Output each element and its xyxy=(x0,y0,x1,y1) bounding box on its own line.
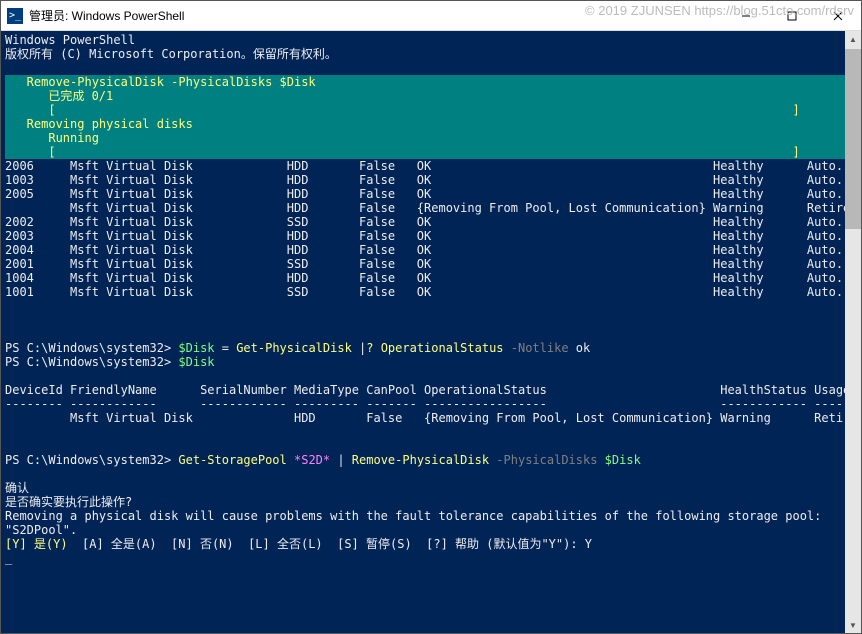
maximize-button[interactable] xyxy=(769,1,815,30)
result-header: DeviceId FriendlyName SerialNumber Media… xyxy=(5,383,850,397)
window-title: 管理员: Windows PowerShell xyxy=(29,7,723,24)
progress-running: Running xyxy=(5,131,99,145)
titlebar[interactable]: >_ 管理员: Windows PowerShell xyxy=(1,1,861,31)
window-controls xyxy=(723,1,861,30)
prompt-1: PS C:\Windows\system32> xyxy=(5,341,178,355)
disk-table: 2006 Msft Virtual Disk HDD False OK Heal… xyxy=(5,159,857,299)
cmd3-var: $Disk xyxy=(605,453,641,467)
confirm-title: 确认 xyxy=(5,481,29,495)
cmd1-arg: ok xyxy=(569,341,591,355)
cmd1-op: -Notlike xyxy=(511,341,569,355)
progress-bar-1: [ ] xyxy=(5,103,800,117)
cursor: _ xyxy=(5,551,12,565)
cmd3-arg1: *S2D* xyxy=(287,453,338,467)
progress-status: 已完成 0/1 xyxy=(5,89,113,103)
result-sep: -------- ------------ ------------ -----… xyxy=(5,397,850,411)
cmd1-var: $Disk xyxy=(178,341,214,355)
cmd3-cmdlet1: Get-StoragePool xyxy=(178,453,286,467)
cmd2-var: $Disk xyxy=(178,355,214,369)
confirm-options: [A] 全是(A) [N] 否(N) [L] 全否(L) [S] 暂停(S) [… xyxy=(68,537,592,551)
minimize-icon xyxy=(741,11,751,21)
ps-header-1: Windows PowerShell xyxy=(5,33,135,47)
scrollbar-thumb[interactable] xyxy=(845,49,861,229)
close-button[interactable] xyxy=(815,1,861,30)
scroll-down-icon[interactable]: ▼ xyxy=(845,617,861,633)
progress-cmd: Remove-PhysicalDisk -PhysicalDisks $Disk xyxy=(5,75,316,89)
cmd3-param: -PhysicalDisks xyxy=(496,453,604,467)
console-output[interactable]: Windows PowerShell 版权所有 (C) Microsoft Co… xyxy=(1,31,861,633)
powershell-icon: >_ xyxy=(7,8,23,24)
progress-bar-2: [ ] xyxy=(5,145,800,159)
cmd3-cmdlet2: Remove-PhysicalDisk xyxy=(345,453,497,467)
confirm-msg2: "S2DPool". xyxy=(5,523,77,537)
maximize-icon xyxy=(787,11,797,21)
ps-header-2: 版权所有 (C) Microsoft Corporation。保留所有权利。 xyxy=(5,47,337,61)
prompt-3: PS C:\Windows\system32> xyxy=(5,453,178,467)
close-icon xyxy=(833,11,843,21)
powershell-window: >_ 管理员: Windows PowerShell Windows Power… xyxy=(0,0,862,634)
cmd1-eq: = xyxy=(215,341,237,355)
confirm-question: 是否确实要执行此操作? xyxy=(5,495,132,509)
cmd1-cmdlet: Get-PhysicalDisk xyxy=(236,341,352,355)
progress-sub: Removing physical disks xyxy=(5,117,193,131)
cmd1-where: ? OperationalStatus xyxy=(366,341,511,355)
prompt-2: PS C:\Windows\system32> xyxy=(5,355,178,369)
scroll-up-icon[interactable]: ▲ xyxy=(845,31,861,47)
cmd3-pipe: | xyxy=(337,453,344,467)
confirm-msg1: Removing a physical disk will cause prob… xyxy=(5,509,821,523)
confirm-yes: [Y] 是(Y) xyxy=(5,537,68,551)
vertical-scrollbar[interactable]: ▲ ▼ xyxy=(845,31,861,633)
result-row: Msft Virtual Disk HDD False {Removing Fr… xyxy=(5,411,861,425)
cmd1-pipe: | xyxy=(352,341,366,355)
minimize-button[interactable] xyxy=(723,1,769,30)
progress-overlay: Remove-PhysicalDisk -PhysicalDisks $Disk… xyxy=(5,75,857,159)
